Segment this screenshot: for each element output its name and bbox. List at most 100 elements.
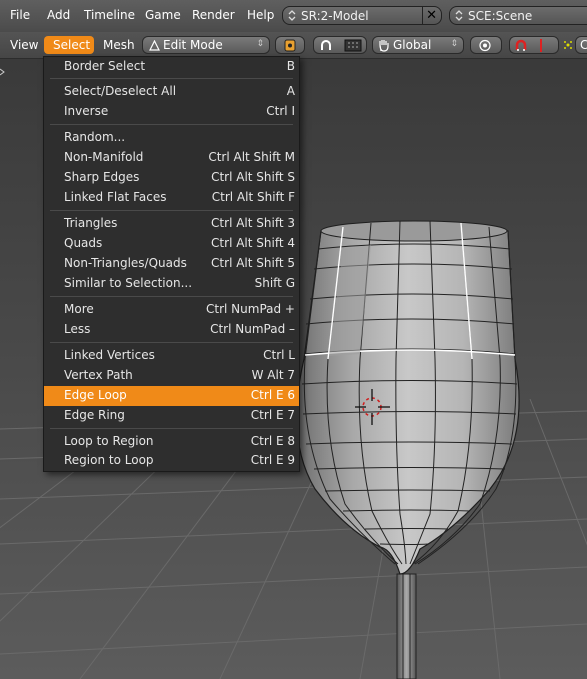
proportional-icon: [479, 39, 491, 52]
menu-item-label: More: [64, 302, 94, 316]
menu-item-label: Random...: [64, 130, 126, 144]
menu-timeline[interactable]: Timeline: [84, 8, 135, 22]
pivot-selector[interactable]: [275, 36, 305, 54]
mode-icon: [149, 40, 160, 51]
menu-item-non-triangles-quads[interactable]: Non-Triangles/Quads Ctrl Alt Shift 5: [44, 254, 299, 274]
menu-item-select-all[interactable]: Select/Deselect All A: [44, 82, 299, 102]
menu-item-shortcut: W Alt 7: [251, 368, 295, 382]
grid-icon: [344, 39, 362, 52]
menu-game[interactable]: Game: [145, 8, 181, 22]
menu-mesh[interactable]: Mesh: [103, 38, 135, 52]
menu-item-shortcut: Ctrl Alt Shift 3: [211, 216, 295, 230]
manipulator-toggle[interactable]: [313, 36, 367, 54]
pivot-icon: [284, 39, 296, 52]
menu-select[interactable]: Select: [44, 36, 94, 54]
menu-item-region-to-loop[interactable]: Region to Loop Ctrl E 9: [44, 451, 299, 471]
menu-item-label: Loop to Region: [64, 434, 154, 448]
menu-render[interactable]: Render: [192, 8, 235, 22]
menu-item-label: Border Select: [64, 59, 146, 73]
menu-item-edge-ring[interactable]: Edge Ring Ctrl E 7: [44, 406, 299, 426]
dropdown-icon: [455, 10, 463, 21]
menu-item-shortcut: Ctrl Alt Shift 4: [211, 236, 295, 250]
menu-item-shortcut: Ctrl Alt Shift M: [208, 150, 295, 164]
menu-item-shortcut: Shift G: [254, 276, 295, 290]
snap-magnet-icon: [515, 39, 527, 51]
menu-item-sharp-edges[interactable]: Sharp Edges Ctrl Alt Shift S: [44, 168, 299, 188]
scene-name[interactable]: SCE:Scene: [468, 9, 532, 23]
menu-item-label: Linked Vertices: [64, 348, 155, 362]
menu-item-label: Quads: [64, 236, 103, 250]
mode-selector[interactable]: Edit Mode ⇕: [142, 36, 270, 54]
menu-item-label: Region to Loop: [64, 453, 154, 467]
dropdown-icon: [288, 10, 296, 21]
menu-help[interactable]: Help: [247, 8, 274, 22]
overflow-button[interactable]: C: [575, 36, 587, 54]
menu-item-label: Non-Manifold: [64, 150, 144, 164]
menu-item-shortcut: B: [286, 59, 295, 73]
menu-item-shortcut: Ctrl E 8: [250, 434, 295, 448]
menu-item-shortcut: Ctrl NumPad +: [206, 302, 295, 316]
menu-item-label: Triangles: [64, 216, 118, 230]
menu-item-shortcut: Ctrl E 6: [250, 388, 295, 402]
layers-icon[interactable]: [562, 39, 574, 51]
menu-item-loop-to-region[interactable]: Loop to Region Ctrl E 8: [44, 432, 299, 452]
menu-item-label: Sharp Edges: [64, 170, 140, 184]
menu-item-label: Non-Triangles/Quads: [64, 256, 187, 270]
overflow-label: C: [580, 38, 587, 52]
menu-item-shortcut: Ctrl Alt Shift F: [211, 190, 295, 204]
screen-selector[interactable]: SR:2-Model ✕: [282, 6, 442, 25]
menu-item-edge-loop[interactable]: Edge Loop Ctrl E 6: [44, 386, 299, 406]
menu-item-linked-vertices[interactable]: Linked Vertices Ctrl L: [44, 346, 299, 366]
close-icon[interactable]: ✕: [426, 8, 437, 23]
menu-item-shortcut: Ctrl NumPad –: [210, 322, 295, 336]
menu-item-less[interactable]: Less Ctrl NumPad –: [44, 320, 299, 340]
chevron-updown-icon: ⇕: [450, 39, 458, 49]
object-mesh-icon: [0, 68, 5, 76]
menu-item-random[interactable]: Random...: [44, 128, 299, 148]
menu-separator: [50, 296, 293, 297]
menu-item-inverse[interactable]: Inverse Ctrl I: [44, 102, 299, 122]
menu-item-shortcut: A: [286, 84, 295, 98]
menu-separator: [50, 342, 293, 343]
menu-item-shortcut: Ctrl E 7: [250, 408, 295, 422]
menu-item-quads[interactable]: Quads Ctrl Alt Shift 4: [44, 234, 299, 254]
menu-item-label: Select/Deselect All: [64, 84, 177, 98]
menu-item-shortcut: Ctrl I: [266, 104, 295, 118]
view3d-header: View Select Mesh Edit Mode ⇕ Global ⇕ C: [0, 32, 587, 59]
menu-file[interactable]: File: [10, 8, 30, 22]
menu-separator: [50, 210, 293, 211]
menu-item-label: Similar to Selection...: [64, 276, 193, 290]
menu-separator: [50, 124, 293, 125]
menu-item-non-manifold[interactable]: Non-Manifold Ctrl Alt Shift M: [44, 148, 299, 168]
snap-element-icon: [540, 39, 542, 52]
info-header: File Add Timeline Game Render Help SR:2-…: [0, 0, 587, 33]
glass-stem[interactable]: [396, 573, 417, 679]
menu-item-label: Less: [64, 322, 91, 336]
menu-item-similar-to-selection[interactable]: Similar to Selection... Shift G: [44, 274, 299, 294]
menu-item-label: Vertex Path: [64, 368, 133, 382]
hand-icon: [379, 40, 389, 52]
select-dropdown-menu: Border Select B Select/Deselect All A In…: [43, 56, 300, 472]
menu-item-shortcut: Ctrl Alt Shift 5: [211, 256, 295, 270]
menu-add[interactable]: Add: [47, 8, 70, 22]
menu-item-more[interactable]: More Ctrl NumPad +: [44, 300, 299, 320]
menu-view[interactable]: View: [10, 38, 38, 52]
snap-toggle[interactable]: [509, 36, 559, 54]
mode-label: Edit Mode: [163, 38, 223, 52]
screen-name[interactable]: SR:2-Model: [301, 9, 369, 23]
proportional-edit[interactable]: [470, 36, 502, 54]
menu-item-vertex-path[interactable]: Vertex Path W Alt 7: [44, 366, 299, 386]
menu-item-label: Edge Ring: [64, 408, 125, 422]
chevron-updown-icon: ⇕: [256, 39, 264, 49]
scene-selector[interactable]: SCE:Scene: [449, 6, 587, 25]
menu-item-shortcut: Ctrl E 9: [250, 453, 295, 467]
menu-item-label: Inverse: [64, 104, 109, 118]
menu-item-border-select[interactable]: Border Select B: [44, 57, 299, 77]
menu-select-label: Select: [53, 38, 91, 52]
menu-separator: [50, 428, 293, 429]
orientation-selector[interactable]: Global ⇕: [372, 36, 464, 54]
menu-item-linked-flat-faces[interactable]: Linked Flat Faces Ctrl Alt Shift F: [44, 188, 299, 208]
menu-separator: [50, 78, 293, 79]
magnet-icon: [321, 40, 331, 50]
menu-item-triangles[interactable]: Triangles Ctrl Alt Shift 3: [44, 214, 299, 234]
